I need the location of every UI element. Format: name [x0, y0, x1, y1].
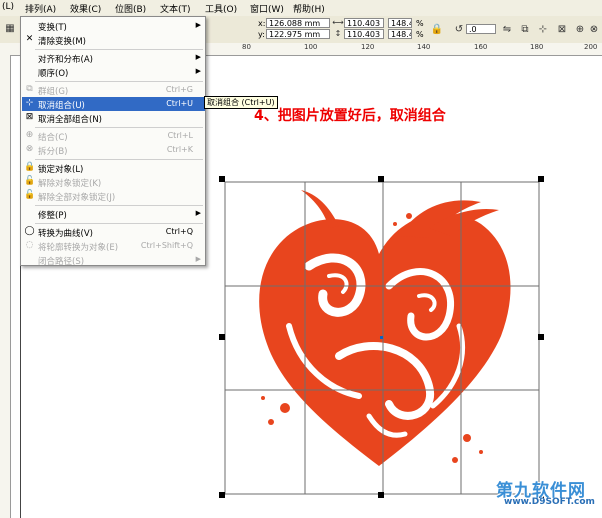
group-icon: ⧉: [26, 84, 33, 94]
menu-item-transform[interactable]: 变换(T) ▶: [22, 19, 205, 33]
y-position-field[interactable]: 122.975 mm: [266, 29, 330, 39]
clear-transform-icon: ✕: [25, 34, 34, 44]
menu-bitmaps[interactable]: 位图(B): [115, 2, 146, 15]
object-icon[interactable]: ▦: [3, 22, 17, 36]
menu-text[interactable]: 文本(T): [160, 2, 191, 15]
menu-item-group[interactable]: ⧉ 群组(G) Ctrl+G: [22, 83, 205, 97]
group-icon[interactable]: ⧉: [518, 23, 532, 37]
menu-tools[interactable]: 工具(O): [205, 2, 237, 15]
unlock-icon: 🔓: [24, 176, 36, 186]
ruler-number: 160: [474, 43, 488, 51]
scale-y-field[interactable]: 148.4: [388, 29, 412, 39]
x-label: x:: [258, 19, 266, 28]
menu-help[interactable]: 帮助(H): [293, 2, 325, 15]
menu-bar: (L) 排列(A) 效果(C) 位图(B) 文本(T) 工具(O) 窗口(W) …: [0, 0, 602, 17]
ungroup-icon[interactable]: ⊹: [536, 23, 550, 37]
menu-item-close-path[interactable]: 闭合路径(S) ▶: [22, 253, 205, 267]
menu-layout[interactable]: (L): [2, 2, 14, 12]
menu-item-ungroup-all[interactable]: ⊠ 取消全部组合(N): [22, 111, 205, 125]
x-position-field[interactable]: 126.088 mm: [266, 18, 330, 28]
menu-item-unlock-all[interactable]: 🔓 解除全部对象锁定(J): [22, 189, 205, 203]
percent-x-label: %: [416, 19, 424, 28]
ungroup-all-icon[interactable]: ⊠: [555, 23, 569, 37]
menu-arrange[interactable]: 排列(A): [25, 2, 56, 15]
lock-ratio-icon[interactable]: 🔒: [430, 23, 444, 37]
lock-icon: 🔒: [24, 162, 36, 172]
ruler-number: 140: [417, 43, 431, 51]
submenu-arrow-icon: ▶: [195, 53, 201, 61]
ruler-number: 100: [304, 43, 318, 51]
menu-separator: [35, 223, 203, 224]
rotation-field[interactable]: .0: [466, 24, 496, 34]
menu-item-ungroup[interactable]: ⊹ 取消组合(U) Ctrl+U: [22, 97, 205, 111]
menu-separator: [35, 127, 203, 128]
menu-item-combine[interactable]: ⊕ 结合(C) Ctrl+L: [22, 129, 205, 143]
break-apart-icon: ⊗: [25, 144, 34, 154]
menu-separator: [35, 81, 203, 82]
menu-item-shaping[interactable]: 修整(P) ▶: [22, 207, 205, 221]
instruction-caption: 4、把图片放置好后，取消组合: [254, 108, 446, 124]
menu-item-align-distribute[interactable]: 对齐和分布(A) ▶: [22, 51, 205, 65]
watermark-logo: 第九软件网 www.D9SOFT.com: [496, 476, 598, 510]
heart-shape: [259, 213, 511, 466]
mirror-icon[interactable]: ⇋: [500, 23, 514, 37]
height-field[interactable]: 110.403 mm: [344, 29, 384, 39]
submenu-arrow-icon: ▶: [195, 209, 201, 217]
menu-window[interactable]: 窗口(W): [250, 2, 284, 15]
menu-separator: [35, 159, 203, 160]
combine-icon: ⊕: [25, 130, 34, 140]
height-icon: ↕: [334, 29, 342, 38]
tooltip: 取消组合 (Ctrl+U): [204, 96, 278, 109]
rotate-icon: ↺: [454, 24, 464, 35]
unlock-all-icon: 🔓: [24, 190, 36, 200]
menu-item-convert-to-curves[interactable]: ◯ 转换为曲线(V) Ctrl+Q: [22, 225, 205, 239]
ungroup-icon: ⊹: [25, 98, 34, 108]
convert-curves-icon: ◯: [24, 226, 35, 236]
submenu-arrow-icon: ▶: [195, 21, 201, 29]
menu-separator: [35, 49, 203, 50]
outline-object-icon: ◌: [25, 240, 34, 250]
ruler-number: 120: [361, 43, 375, 51]
ungroup-all-icon: ⊠: [25, 112, 34, 122]
combine-icon[interactable]: ⊕: [573, 23, 587, 37]
ruler-number: 80: [242, 43, 251, 51]
submenu-arrow-icon: ▶: [195, 255, 201, 263]
menu-separator: [35, 205, 203, 206]
scale-x-field[interactable]: 148.4: [388, 18, 412, 28]
menu-item-break-apart[interactable]: ⊗ 拆分(B) Ctrl+K: [22, 143, 205, 157]
menu-item-outline-to-object[interactable]: ◌ 将轮廓转换为对象(E) Ctrl+Shift+Q: [22, 239, 205, 253]
ruler-number: 200: [584, 43, 598, 51]
y-label: y:: [258, 30, 265, 39]
menu-item-lock-object[interactable]: 🔒 锁定对象(L): [22, 161, 205, 175]
vertical-ruler[interactable]: [0, 55, 11, 518]
menu-item-order[interactable]: 顺序(O) ▶: [22, 65, 205, 79]
watermark-url: www.D9SOFT.com: [504, 497, 595, 507]
arrange-menu: 变换(T) ▶ ✕ 清除变换(M) 对齐和分布(A) ▶ 顺序(O) ▶ ⧉ 群…: [20, 16, 206, 267]
menu-item-clear-transform[interactable]: ✕ 清除变换(M): [22, 33, 205, 47]
break-apart-icon[interactable]: ⊗: [587, 23, 601, 37]
ruler-number: 180: [530, 43, 544, 51]
menu-item-unlock-object[interactable]: 🔓 解除对象锁定(K): [22, 175, 205, 189]
menu-effects[interactable]: 效果(C): [70, 2, 101, 15]
heart-artwork[interactable]: [219, 176, 544, 498]
width-field[interactable]: 110.403 mm: [344, 18, 384, 28]
percent-y-label: %: [416, 30, 424, 39]
submenu-arrow-icon: ▶: [195, 67, 201, 75]
